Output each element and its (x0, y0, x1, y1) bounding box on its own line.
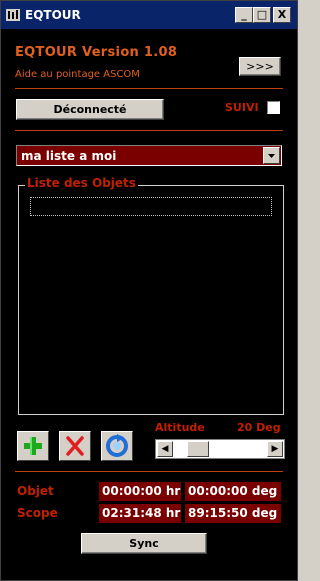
altitude-label: Altitude (155, 421, 205, 434)
scope-ra-value: 02:31:48 hr (99, 504, 181, 523)
connect-button[interactable]: Déconnecté (16, 99, 164, 120)
separator (15, 88, 283, 89)
add-icon (24, 437, 42, 455)
version-label: EQTOUR Version 1.08 (15, 45, 178, 60)
suivi-checkbox[interactable] (267, 101, 280, 114)
title-bar[interactable]: EQTOUR _ □ X (1, 1, 297, 29)
slider-thumb[interactable] (187, 441, 210, 457)
slider-right-arrow[interactable]: ▶ (267, 441, 283, 457)
list-select[interactable]: ma liste a moi (16, 145, 282, 166)
objet-dec-value: 00:00:00 deg (185, 482, 281, 501)
scope-dec-value: 89:15:50 deg (185, 504, 281, 523)
minimize-button[interactable]: _ (235, 7, 253, 23)
sync-button[interactable]: Sync (81, 533, 207, 554)
eqtour-window: EQTOUR _ □ X EQTOUR Version 1.08 Aide au… (0, 0, 298, 581)
refresh-button[interactable] (101, 431, 133, 461)
window-title: EQTOUR (25, 8, 81, 22)
refresh-icon (106, 434, 128, 457)
delete-icon (66, 436, 84, 456)
objet-label: Objet (17, 484, 54, 498)
objects-group-label: Liste des Objets (25, 176, 138, 190)
altitude-value: 20 Deg (237, 421, 281, 434)
close-button[interactable]: X (273, 7, 291, 23)
separator (15, 471, 283, 472)
objects-group (18, 185, 284, 415)
separator (15, 130, 283, 131)
client-area: EQTOUR Version 1.08 Aide au pointage ASC… (3, 29, 295, 578)
dropdown-arrow-button[interactable] (263, 147, 280, 164)
delete-button[interactable] (59, 431, 91, 461)
scope-label: Scope (17, 506, 58, 520)
add-button[interactable] (17, 431, 49, 461)
list-select-value: ma liste a moi (21, 149, 117, 163)
more-button[interactable]: >>> (239, 57, 281, 76)
slider-left-arrow[interactable]: ◀ (157, 441, 173, 457)
suivi-label: SUIVI (225, 101, 259, 114)
subtitle-label: Aide au pointage ASCOM (15, 69, 140, 80)
objet-ra-value: 00:00:00 hr (99, 482, 181, 501)
objects-list[interactable] (30, 197, 272, 216)
app-icon (6, 9, 20, 21)
chevron-down-icon (268, 154, 275, 158)
maximize-button[interactable]: □ (253, 7, 271, 23)
altitude-slider[interactable]: ◀ ▶ (155, 439, 285, 459)
